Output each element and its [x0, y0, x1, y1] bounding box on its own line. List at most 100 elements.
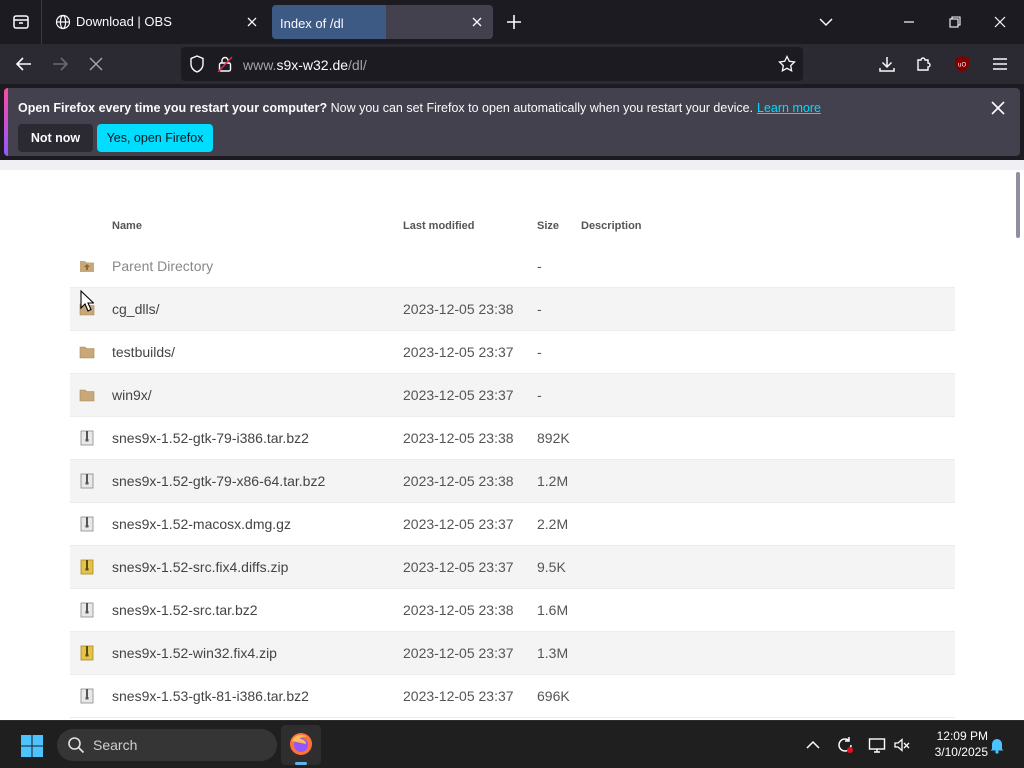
clock-date: 3/10/2025	[934, 745, 988, 759]
file-last-modified: 2023-12-05 23:38	[403, 473, 514, 489]
close-notification-icon[interactable]	[990, 100, 1006, 116]
globe-icon	[55, 14, 71, 30]
table-row[interactable]: win9x/2023-12-05 23:37 -	[70, 374, 955, 417]
show-hidden-icons-chevron-icon[interactable]	[804, 736, 822, 754]
back-arrow-icon[interactable]	[14, 54, 34, 74]
table-row[interactable]: snes9x-1.52-gtk-79-i386.tar.bz2 2023-12-0…	[70, 417, 955, 460]
downloads-icon[interactable]	[877, 54, 897, 74]
file-name-link[interactable]: snes9x-1.52-gtk-79-i386.tar.bz2	[112, 430, 309, 446]
table-row[interactable]: snes9x-1.52-win32.fix4.zip 2023-12-05 23:…	[70, 632, 955, 675]
svg-text:uO: uO	[958, 62, 967, 69]
file-name-link[interactable]: snes9x-1.52-gtk-79-x86-64.tar.bz2	[112, 473, 325, 489]
taskbar-firefox-button[interactable]	[281, 725, 321, 765]
page-content: Name Last modified Size Description Pare…	[0, 160, 1024, 720]
system-clock[interactable]: 12:09 PM 3/10/2025	[914, 728, 988, 760]
ublock-origin-icon[interactable]: uO	[952, 54, 972, 74]
table-row[interactable]: snes9x-1.52-macosx.dmg.gz 2023-12-05 23:3…	[70, 503, 955, 546]
file-last-modified: 2023-12-05 23:37	[403, 344, 514, 360]
file-size: -	[537, 387, 542, 403]
close-tab-icon[interactable]	[469, 14, 485, 30]
close-tab-icon[interactable]	[244, 14, 260, 30]
tab-index-of-dl[interactable]: Index of /dl	[272, 5, 493, 39]
windows-taskbar: Search 12:09 PM 3/10/2025	[0, 720, 1024, 768]
volume-muted-icon[interactable]	[893, 736, 911, 754]
not-now-button[interactable]: Not now	[18, 124, 93, 152]
yes-open-firefox-button[interactable]: Yes, open Firefox	[97, 124, 213, 152]
tracking-protection-shield-icon[interactable]	[187, 54, 207, 74]
file-last-modified: 2023-12-05 23:38	[403, 430, 514, 446]
search-label: Search	[93, 737, 138, 753]
file-name-link[interactable]: testbuilds/	[112, 344, 175, 360]
file-size: 892K	[537, 430, 570, 446]
notification-message: Open Firefox every time you restart your…	[18, 101, 821, 115]
taskbar-search-box[interactable]: Search	[57, 729, 277, 761]
table-row[interactable]: snes9x-1.53-gtk-81-i386.tar.bz2 2023-12-0…	[70, 675, 955, 718]
hamburger-menu-icon[interactable]	[990, 54, 1010, 74]
file-size: -	[537, 301, 542, 317]
default-browser-notification: Open Firefox every time you restart your…	[4, 88, 1020, 156]
file-name-link[interactable]: snes9x-1.52-win32.fix4.zip	[112, 645, 277, 661]
display-icon[interactable]	[868, 736, 886, 754]
forward-arrow-icon[interactable]	[50, 54, 70, 74]
archive-file-icon	[79, 602, 95, 618]
list-all-tabs-chevron-icon[interactable]	[816, 12, 836, 32]
file-size: 1.6M	[537, 602, 569, 618]
table-row[interactable]: snes9x-1.52-src.tar.bz2 2023-12-05 23:38 1…	[70, 589, 955, 632]
url-text: www.s9x-w32.de/dl/	[243, 57, 367, 73]
windows-start-icon[interactable]	[20, 734, 44, 758]
tab-title: Download | OBS	[76, 14, 172, 29]
file-size: 1.2M	[537, 473, 569, 489]
file-name-link[interactable]: snes9x-1.53-gtk-81-i386.tar.bz2	[112, 688, 309, 704]
column-header-name[interactable]: Name	[112, 220, 142, 232]
minimize-icon[interactable]	[899, 12, 919, 32]
parent-directory-folder-icon	[79, 258, 95, 274]
column-header-description[interactable]: Description	[581, 220, 642, 232]
mouse-cursor-icon	[80, 290, 94, 312]
file-name-link[interactable]: cg_dlls/	[112, 301, 159, 317]
file-size: 696K	[537, 688, 570, 704]
file-size: 1.3M	[537, 645, 569, 661]
file-name-link[interactable]: win9x/	[112, 387, 152, 403]
file-last-modified: 2023-12-05 23:37	[403, 387, 514, 403]
restore-icon[interactable]	[945, 12, 965, 32]
table-row[interactable]: snes9x-1.52-src.fix4.diffs.zip 2023-12-05…	[70, 546, 955, 589]
column-header-last-modified[interactable]: Last modified	[403, 220, 475, 232]
file-name-link[interactable]: snes9x-1.52-src.fix4.diffs.zip	[112, 559, 288, 575]
tab-download-obs[interactable]: Download | OBS	[46, 5, 268, 39]
update-sync-icon[interactable]	[836, 736, 854, 754]
scrollbar-thumb[interactable]	[1016, 172, 1020, 238]
table-row[interactable]: cg_dlls/2023-12-05 23:38 -	[70, 288, 955, 331]
table-row[interactable]: snes9x-1.52-gtk-79-x86-64.tar.bz2 2023-12…	[70, 460, 955, 503]
tab-title: Index of /dl	[280, 16, 344, 31]
archive-file-icon	[79, 473, 95, 489]
stop-loading-x-icon[interactable]	[86, 54, 106, 74]
file-size: -	[537, 344, 542, 360]
zip-archive-icon	[79, 559, 95, 575]
listing-header: Name Last modified Size Description	[0, 220, 960, 234]
file-last-modified: 2023-12-05 23:38	[403, 301, 514, 317]
search-icon	[68, 737, 85, 754]
notification-bell-icon[interactable]	[988, 736, 1006, 754]
learn-more-link[interactable]: Learn more	[757, 101, 821, 115]
file-name-link[interactable]: snes9x-1.52-src.tar.bz2	[112, 602, 258, 618]
file-size: 9.5K	[537, 559, 566, 575]
file-last-modified: 2023-12-05 23:37	[403, 645, 514, 661]
archive-file-icon	[79, 688, 95, 704]
file-last-modified: 2023-12-05 23:38	[403, 602, 514, 618]
new-tab-plus-icon[interactable]	[504, 12, 524, 32]
table-row[interactable]: testbuilds/2023-12-05 23:37 -	[70, 331, 955, 374]
firefox-view-button[interactable]	[0, 0, 42, 44]
insecure-lock-icon[interactable]	[215, 54, 235, 74]
url-bar[interactable]: www.s9x-w32.de/dl/	[181, 47, 803, 81]
file-name-link[interactable]: snes9x-1.52-macosx.dmg.gz	[112, 516, 291, 532]
bookmark-star-icon[interactable]	[777, 54, 797, 74]
firefox-view-icon	[12, 15, 29, 29]
file-last-modified: 2023-12-05 23:37	[403, 559, 514, 575]
column-header-size[interactable]: Size	[537, 220, 559, 232]
folder-icon	[79, 387, 95, 403]
extensions-puzzle-icon[interactable]	[914, 54, 934, 74]
file-name-link[interactable]: Parent Directory	[112, 258, 213, 274]
table-row[interactable]: Parent Directory -	[70, 245, 955, 288]
file-last-modified: 2023-12-05 23:37	[403, 516, 514, 532]
close-window-icon[interactable]	[990, 12, 1010, 32]
